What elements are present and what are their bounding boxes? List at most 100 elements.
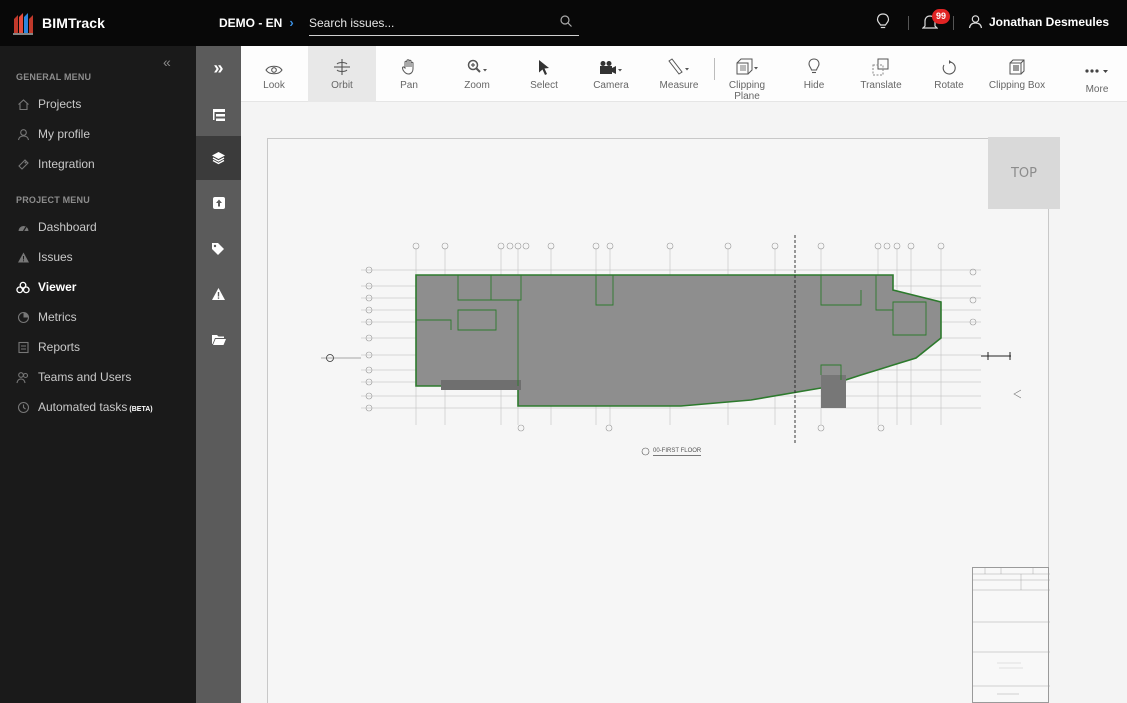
hand-icon [401,59,414,75]
tool-label: Clipping Box [988,80,1046,91]
layers-button[interactable] [196,136,241,180]
tool-label: Camera [593,80,629,91]
tool-label: Zoom [464,80,490,91]
tool-hide[interactable]: Hide [797,46,831,102]
model-tree-button[interactable] [196,93,241,137]
sidebar-item-metrics[interactable]: Metrics [16,308,77,326]
sidebar-item-projects[interactable]: Projects [16,95,81,113]
folder-icon [211,334,226,345]
tool-label: Clipping Plane [728,80,766,102]
tool-rotate[interactable]: Rotate [931,46,967,102]
tool-zoom[interactable]: Zoom [457,46,497,102]
tool-orbit[interactable]: Orbit [308,46,376,102]
sidebar-item-reports[interactable]: Reports [16,338,80,356]
tool-translate[interactable]: Translate [855,46,907,102]
sidebar-item-label: Automated tasks [38,400,128,414]
sidebar-item-integration[interactable]: Integration [16,155,95,173]
viewer-toolbar: Look Orbit Pan Zoom Select Camera Measur… [241,46,1127,102]
chevron-right-icon: › [289,15,294,30]
eye-icon [265,65,283,75]
sidebar-item-label: Issues [38,250,73,264]
tool-label: Measure [659,80,699,91]
user-menu[interactable]: Jonathan Desmeules [968,14,1109,29]
model-viewer-canvas[interactable]: TOP 00-FIRST FLOOR [241,102,1127,703]
tags-icon [211,243,224,255]
sidebar-item-viewer[interactable]: Viewer [16,278,76,296]
view-cube-face: TOP [1010,165,1037,181]
sidebar-item-issues[interactable]: Issues [16,248,73,266]
tool-clipping-plane[interactable]: Clipping Plane [723,46,771,102]
upload-icon [212,197,225,209]
search-placeholder: Search issues... [309,15,395,30]
issues-button[interactable] [196,272,241,316]
warning-icon [212,288,225,300]
top-bar: BIMTrack DEMO - EN › Search issues... 99… [0,0,1127,46]
floor-label-text: 00-FIRST FLOOR [653,447,702,456]
sidebar-item-label: My profile [38,127,91,141]
camera-icon [600,61,622,74]
tool-camera[interactable]: Camera [589,46,633,102]
tool-more[interactable]: More [1077,46,1117,102]
tool-select[interactable]: Select [525,46,563,102]
team-icon [16,370,30,384]
tool-label: Translate [860,80,902,91]
title-block [972,567,1050,703]
beta-badge: (BETA) [129,406,153,413]
expand-panel-button[interactable]: » [196,46,241,90]
sidebar-item-label: Integration [38,157,95,171]
files-button[interactable] [196,317,241,361]
lightbulb-icon[interactable] [876,13,890,31]
user-icon [968,15,983,29]
bimtrack-logo-icon [13,13,33,35]
upload-button[interactable] [196,181,241,225]
general-menu-title: GENERAL MENU [16,72,92,82]
project-menu-title: PROJECT MENU [16,195,90,205]
plug-icon [16,157,30,171]
clipping-box-icon [1009,59,1025,75]
metrics-icon [16,310,30,324]
sidebar-item-dashboard[interactable]: Dashboard [16,218,97,236]
user-name: Jonathan Desmeules [989,14,1110,29]
clock-icon [16,400,30,414]
tool-measure[interactable]: Measure [655,46,703,102]
tool-clipping-box[interactable]: Clipping Box [987,46,1047,102]
zoom-icon [467,59,487,73]
viewer-side-rail: » [196,46,241,703]
user-icon [16,127,30,141]
app-logo[interactable]: BIMTrack [12,11,105,35]
sidebar-item-label: Reports [38,340,81,354]
tool-label: Look [263,80,285,91]
tags-button[interactable] [196,227,241,271]
tool-look[interactable]: Look [254,46,294,102]
tool-pan[interactable]: Pan [391,46,427,102]
sidebar-item-teams-and-users[interactable]: Teams and Users [16,368,131,386]
tool-label: Hide [803,80,825,91]
sidebar-item-automated-tasks[interactable]: Automated tasks (BETA) [16,398,153,416]
project-selector[interactable]: DEMO - EN › [219,15,294,30]
divider [953,16,954,30]
tool-label: Orbit [331,80,353,91]
divider [908,16,909,30]
view-cube[interactable]: TOP [988,137,1060,209]
project-name: DEMO - EN [219,15,283,30]
sidebar-item-my-profile[interactable]: My profile [16,125,90,143]
tool-label: More [1085,84,1109,95]
more-icon [1085,69,1108,73]
ruler-icon [668,58,689,75]
search-input[interactable]: Search issues... [309,10,579,36]
tool-label: Rotate [934,80,964,91]
tool-label: Select [530,80,558,91]
home-icon [16,97,30,111]
layers-icon [212,152,225,165]
sidebar-item-label: Viewer [38,280,77,294]
expand-icon: » [213,58,224,78]
bulb-icon [808,58,820,74]
orbit-icon [334,59,350,75]
search-icon[interactable] [559,14,573,28]
clipping-plane-icon [736,58,758,75]
collapse-sidebar-icon[interactable]: « [163,54,171,70]
sidebar-item-label: Teams and Users [38,370,132,384]
title-block-lines [973,568,1050,695]
warning-icon [16,250,30,264]
notification-badge: 99 [932,9,950,24]
